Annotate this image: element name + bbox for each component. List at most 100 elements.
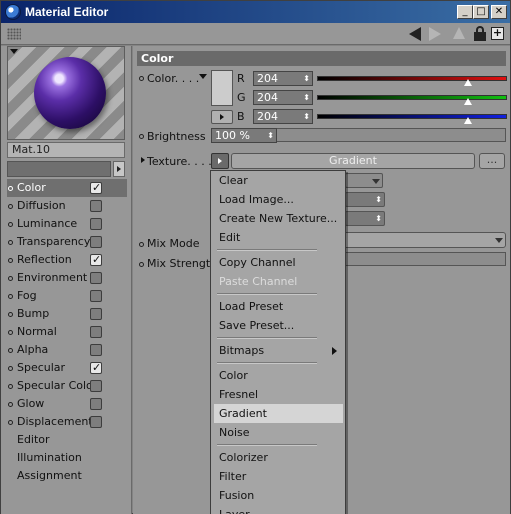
- preview-menu-icon[interactable]: [10, 49, 18, 54]
- green-field[interactable]: 204 ⬍: [253, 90, 313, 105]
- menu-item[interactable]: Save Preset...: [211, 316, 345, 335]
- red-slider[interactable]: [317, 76, 507, 86]
- menu-item[interactable]: Load Preset: [211, 297, 345, 316]
- texture-value-field-2[interactable]: ⬍: [345, 211, 385, 226]
- menu-item[interactable]: Filter: [211, 467, 345, 486]
- channel-checkbox[interactable]: [90, 380, 102, 392]
- up-arrow-icon[interactable]: [453, 27, 465, 39]
- channel-checkbox[interactable]: [90, 308, 102, 320]
- channel-label: Alpha: [17, 343, 49, 356]
- menu-item[interactable]: Gradient: [214, 404, 343, 423]
- channel-item[interactable]: Transparency: [7, 233, 127, 251]
- menu-item[interactable]: Noise: [211, 423, 345, 442]
- texture-field[interactable]: Gradient: [231, 153, 475, 169]
- blue-slider[interactable]: [317, 114, 507, 124]
- channel-item[interactable]: Editor: [7, 431, 127, 449]
- brightness-field[interactable]: 100 % ⬍: [211, 128, 277, 143]
- title-bar[interactable]: Material Editor _ □ ✕: [1, 1, 510, 23]
- window-title: Material Editor: [25, 5, 109, 19]
- blue-field[interactable]: 204 ⬍: [253, 109, 313, 124]
- channel-item[interactable]: Luminance: [7, 215, 127, 233]
- channel-item[interactable]: Fog: [7, 287, 127, 305]
- new-window-icon[interactable]: +: [491, 27, 504, 40]
- channel-checkbox[interactable]: [90, 416, 102, 428]
- menu-item[interactable]: Clear: [211, 171, 345, 190]
- channel-checkbox[interactable]: [90, 200, 102, 212]
- menu-item[interactable]: Fresnel: [211, 385, 345, 404]
- red-value: 204: [257, 72, 278, 85]
- channel-item[interactable]: Color: [7, 179, 127, 197]
- channel-item[interactable]: Bump: [7, 305, 127, 323]
- channel-checkbox[interactable]: [90, 398, 102, 410]
- channel-item[interactable]: Normal: [7, 323, 127, 341]
- menu-item[interactable]: Colorizer: [211, 448, 345, 467]
- menu-item[interactable]: Color: [211, 366, 345, 385]
- menu-item[interactable]: Load Image...: [211, 190, 345, 209]
- brightness-animate-dot[interactable]: [139, 134, 144, 139]
- channel-checkbox[interactable]: [90, 290, 102, 302]
- texture-browse-button[interactable]: ...: [479, 153, 505, 169]
- channel-checkbox[interactable]: [90, 359, 102, 377]
- mix-strength-animate-dot[interactable]: [139, 262, 144, 267]
- channel-checkbox[interactable]: [90, 179, 102, 197]
- material-preview[interactable]: [7, 46, 125, 140]
- color-swatch[interactable]: [211, 70, 233, 106]
- section-header: Color: [137, 51, 506, 66]
- channel-checkbox[interactable]: [90, 272, 102, 284]
- menu-item[interactable]: Edit: [211, 228, 345, 247]
- color-animate-dot[interactable]: [139, 76, 144, 81]
- chevron-down-icon: [495, 238, 503, 243]
- green-slider[interactable]: [317, 95, 507, 105]
- minimize-button[interactable]: _: [457, 5, 473, 19]
- channel-checkbox[interactable]: [90, 326, 102, 338]
- channel-item[interactable]: Reflection: [7, 251, 127, 269]
- channel-item[interactable]: Environment: [7, 269, 127, 287]
- blue-slider-thumb[interactable]: [464, 117, 473, 124]
- channel-item[interactable]: Alpha: [7, 341, 127, 359]
- channel-item[interactable]: Displacement: [7, 413, 127, 431]
- channel-checkbox[interactable]: [90, 236, 102, 248]
- scroll-track[interactable]: [7, 161, 111, 177]
- grip-icon[interactable]: [7, 28, 21, 40]
- back-arrow-icon[interactable]: [409, 27, 421, 41]
- menu-item[interactable]: Bitmaps: [211, 341, 345, 360]
- channel-dot-icon: [8, 348, 13, 353]
- menu-item[interactable]: Layer: [211, 505, 345, 514]
- menu-item[interactable]: Fusion: [211, 486, 345, 505]
- texture-value-field-1[interactable]: ⬍: [345, 192, 385, 207]
- channel-label: Normal: [17, 325, 57, 338]
- mix-mode-animate-dot[interactable]: [139, 242, 144, 247]
- red-field[interactable]: 204 ⬍: [253, 71, 313, 86]
- color-menu-icon[interactable]: [199, 74, 207, 79]
- app-logo-icon: [5, 4, 21, 20]
- green-slider-thumb[interactable]: [464, 98, 473, 105]
- channel-dot-icon: [8, 384, 13, 389]
- channel-item[interactable]: Illumination: [7, 449, 127, 467]
- preview-scrollbar[interactable]: [7, 161, 125, 177]
- texture-option-dropdown[interactable]: [345, 173, 383, 188]
- lock-icon[interactable]: [474, 26, 486, 41]
- red-slider-thumb[interactable]: [464, 79, 473, 86]
- channel-item[interactable]: Glow: [7, 395, 127, 413]
- channel-item[interactable]: Specular: [7, 359, 127, 377]
- menu-item[interactable]: Copy Channel: [211, 253, 345, 272]
- scroll-right-button[interactable]: [113, 161, 125, 177]
- material-name-field[interactable]: Mat.10: [7, 142, 125, 158]
- channel-item[interactable]: Specular Color: [7, 377, 127, 395]
- menu-item-label: Layer: [219, 508, 250, 514]
- texture-expand-icon[interactable]: [141, 157, 145, 163]
- channel-checkbox[interactable]: [90, 344, 102, 356]
- channel-dot-icon: [8, 420, 13, 425]
- channel-item[interactable]: Diffusion: [7, 197, 127, 215]
- maximize-button[interactable]: □: [473, 5, 489, 19]
- forward-arrow-icon[interactable]: [429, 27, 441, 41]
- menu-item-label: Load Preset: [219, 300, 284, 313]
- channel-item[interactable]: Assignment: [7, 467, 127, 485]
- menu-item[interactable]: Create New Texture...: [211, 209, 345, 228]
- channel-checkbox[interactable]: [90, 218, 102, 230]
- texture-menu-button[interactable]: [211, 153, 229, 169]
- channel-checkbox[interactable]: [90, 251, 102, 269]
- channel-label: Environment: [17, 271, 88, 284]
- color-mode-toggle[interactable]: [211, 110, 233, 124]
- close-button[interactable]: ✕: [491, 5, 507, 19]
